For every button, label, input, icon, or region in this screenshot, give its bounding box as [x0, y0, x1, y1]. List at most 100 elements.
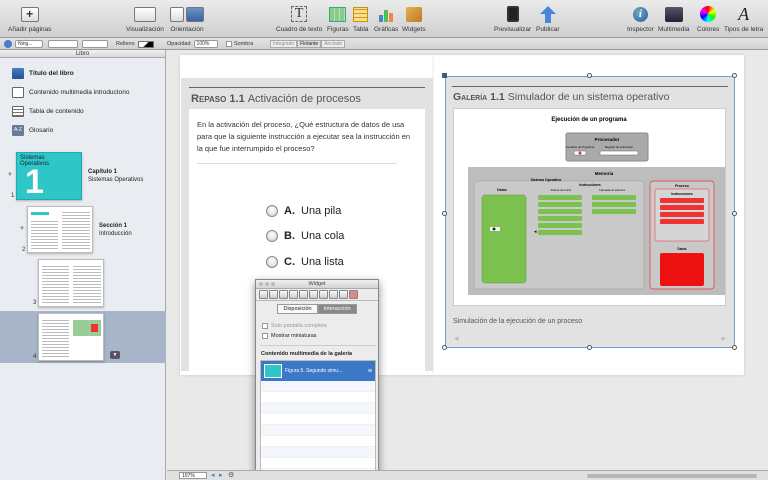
add-pages-button[interactable]: + Añadir páginas — [8, 4, 51, 33]
thumbnails-label: Mostrar miniaturas — [271, 333, 317, 339]
textbox-button[interactable]: T Cuadro de texto — [276, 4, 322, 33]
selection-handle[interactable] — [442, 345, 447, 350]
fullscreen-checkbox[interactable] — [262, 323, 268, 329]
tab-interaction[interactable]: Interacción — [317, 304, 357, 314]
selection-handle[interactable] — [442, 211, 447, 216]
prev-page-icon[interactable]: ◂ — [211, 471, 215, 479]
disclosure-triangle-icon[interactable]: ▼ — [7, 172, 13, 178]
wrap-inline-button[interactable]: Integrado — [270, 40, 298, 48]
page-options-icon[interactable]: ▼ — [110, 351, 120, 359]
next-page-icon[interactable]: ▸ — [219, 471, 223, 479]
answer-text: Una cola — [301, 230, 345, 242]
horizontal-scrollbar[interactable] — [587, 474, 757, 478]
para-style-select[interactable] — [48, 40, 78, 48]
tab-layout[interactable]: Disposición — [277, 304, 318, 314]
publish-button[interactable]: Publicar — [536, 4, 559, 33]
review-question: En la activación del proceso, ¿Qué estru… — [197, 120, 411, 153]
metrics-inspector-icon[interactable] — [309, 290, 318, 299]
line-style-select[interactable] — [82, 40, 108, 48]
thumb-text-col-1 — [42, 265, 69, 303]
widget-inspector-panel[interactable]: Widget Disposición Interacción Solo pant… — [255, 279, 379, 480]
thumbnail-page-3[interactable] — [38, 259, 104, 307]
thumb-text-col-2 — [62, 212, 90, 249]
gallery-media-list[interactable]: Figura 5. Segundo simu... ≡ — [260, 360, 376, 478]
radio-button[interactable] — [266, 256, 278, 268]
inspector-button[interactable]: i Inspector — [627, 4, 654, 33]
answer-option[interactable]: B. Una cola — [266, 230, 344, 242]
shadow-label: Sombra — [234, 41, 254, 47]
radio-button[interactable] — [266, 230, 278, 242]
page-number: 3 — [33, 300, 37, 306]
selection-handle[interactable] — [732, 211, 737, 216]
page-number: 2 — [22, 247, 26, 253]
wrap-float-button[interactable]: Flotante — [297, 40, 322, 48]
sidebar-item-glossary[interactable]: A-Z Glosario — [12, 125, 53, 136]
style-select[interactable]: Ning... — [15, 40, 43, 48]
thumbnail-page-4[interactable] — [38, 313, 104, 361]
layout-inspector-icon[interactable] — [269, 290, 278, 299]
book-sidebar: Libro Título del libro Contenido multime… — [0, 50, 166, 480]
view-button[interactable]: Visualización — [126, 4, 164, 33]
gallery-prev-icon[interactable]: ◂ — [454, 333, 459, 344]
thumbnail-section-1[interactable] — [27, 206, 93, 253]
orientation-button[interactable]: Orientación — [170, 4, 204, 33]
shapes-label: Figuras — [327, 26, 349, 33]
table-button[interactable]: Tabla — [353, 4, 369, 33]
wrap-inspector-icon[interactable] — [279, 290, 288, 299]
selection-handle[interactable] — [587, 73, 592, 78]
selection-handle[interactable] — [587, 345, 592, 350]
zoom-select[interactable]: 107% — [179, 472, 207, 479]
data-pointer-dot — [492, 227, 496, 231]
show-thumbnails-option[interactable]: Mostrar miniaturas — [262, 333, 317, 339]
answer-text: Una pila — [301, 205, 342, 217]
widget-inspector-icon[interactable] — [349, 290, 358, 299]
table-inspector-icon[interactable] — [319, 290, 328, 299]
fonts-button[interactable]: A Tipos de letra — [724, 4, 763, 33]
shapes-button[interactable]: Figuras — [327, 4, 349, 33]
list-item — [261, 447, 375, 458]
gallery-kind: Galería 1.1 — [453, 91, 505, 103]
page-number: 1 — [11, 193, 15, 199]
sidebar-item-toc[interactable]: Tabla de contenido — [12, 106, 84, 117]
charts-button[interactable]: Gráficas — [374, 4, 398, 33]
gear-icon[interactable]: ⚙ — [228, 471, 234, 479]
back-button[interactable] — [4, 40, 12, 48]
selection-handle[interactable] — [732, 73, 737, 78]
document-inspector-icon[interactable] — [259, 290, 268, 299]
chart-icon — [379, 7, 394, 22]
shadow-checkbox[interactable] — [226, 41, 232, 47]
widgets-button[interactable]: Widgets — [402, 4, 425, 33]
thumbnails-checkbox[interactable] — [262, 333, 268, 339]
reorder-handle-icon[interactable]: ≡ — [368, 368, 372, 375]
gallery-widget[interactable]: Galería 1.1 Simulador de un sistema opera… — [445, 76, 735, 348]
wrap-anchored-button[interactable]: Anclado — [321, 40, 346, 48]
section-info: Sección 1 Introducción — [99, 222, 132, 238]
graphic-inspector-icon[interactable] — [299, 290, 308, 299]
gallery-image[interactable]: Ejecución de un programa Procesador Cont… — [453, 108, 726, 306]
opacity-field[interactable]: 100% — [193, 40, 218, 48]
disclosure-triangle-icon[interactable]: ▼ — [19, 226, 25, 232]
window-buttons[interactable] — [259, 282, 275, 286]
list-item-selected[interactable]: Figura 5. Segundo simu... ≡ — [261, 361, 375, 381]
preview-button[interactable]: Previsualizar — [494, 4, 531, 33]
chart-inspector-icon[interactable] — [329, 290, 338, 299]
fill-label: Relleno — [116, 41, 135, 47]
thumbnail-chapter-1[interactable]: Sistemas Operativos 1 — [16, 152, 82, 200]
widget-panel-titlebar[interactable]: Widget — [256, 280, 378, 289]
sidebar-item-book-title[interactable]: Título del libro — [12, 68, 74, 79]
fullscreen-only-option[interactable]: Solo pantalla completa — [262, 323, 327, 329]
widgets-label: Widgets — [402, 26, 426, 33]
ir-register — [599, 150, 639, 156]
link-inspector-icon[interactable] — [339, 290, 348, 299]
sidebar-item-intro-media[interactable]: Contenido multimedia introductorio — [12, 87, 129, 98]
gallery-next-icon[interactable]: ▸ — [721, 333, 726, 344]
fill-swatch[interactable] — [137, 40, 154, 48]
answer-option[interactable]: C. Una lista — [266, 256, 344, 268]
colors-button[interactable]: Colores — [697, 4, 719, 33]
selection-handle[interactable] — [732, 345, 737, 350]
selection-handle-anchor[interactable] — [442, 73, 447, 78]
media-button[interactable]: Multimedia — [658, 4, 689, 33]
radio-button[interactable] — [266, 205, 278, 217]
answer-option[interactable]: A. Una pila — [266, 205, 341, 217]
text-inspector-icon[interactable] — [289, 290, 298, 299]
